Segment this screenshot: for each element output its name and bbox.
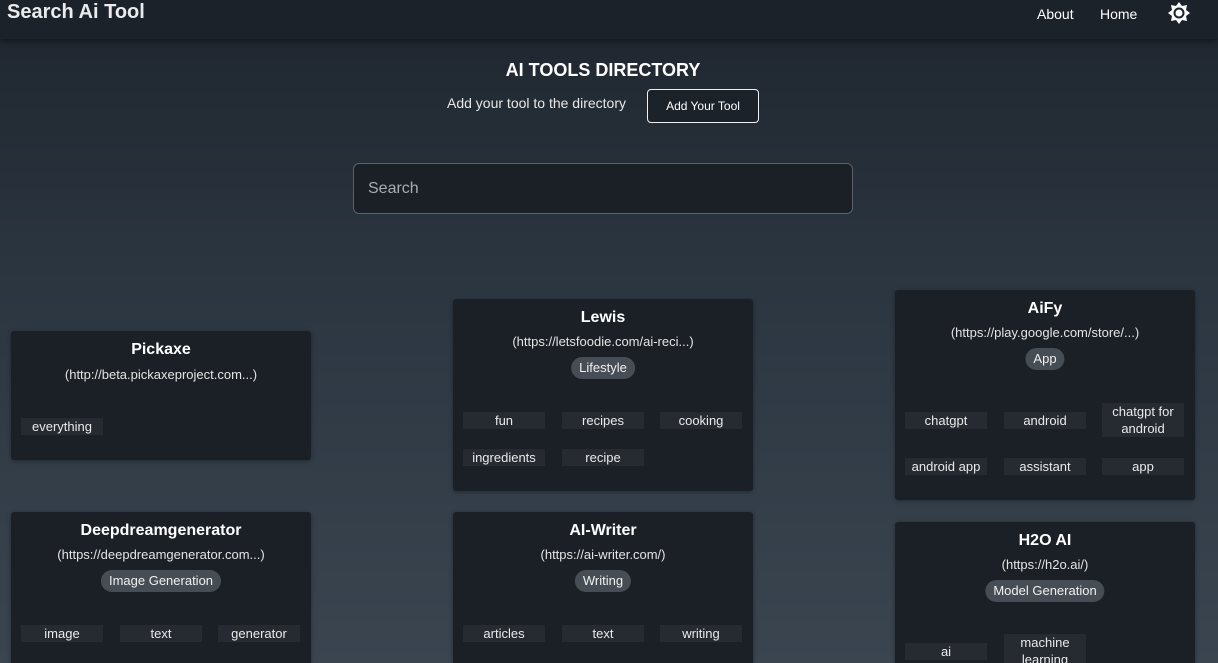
card-url[interactable]: (https://deepdreamgenerator.com...) bbox=[11, 547, 311, 562]
card-url[interactable]: (https://play.google.com/store/...) bbox=[895, 325, 1195, 340]
tag[interactable]: machine learning bbox=[1004, 634, 1086, 663]
card-title[interactable]: AiFy bbox=[895, 300, 1195, 318]
category-badge[interactable]: Lifestyle bbox=[571, 357, 635, 379]
card-url[interactable]: (https://h2o.ai/) bbox=[895, 557, 1195, 572]
sun-icon[interactable] bbox=[1167, 1, 1191, 25]
tag[interactable]: chatgpt bbox=[905, 412, 987, 429]
card-title[interactable]: AI-Writer bbox=[453, 522, 753, 540]
tool-card-lewis[interactable]: Lewis (https://letsfoodie.com/ai-reci...… bbox=[453, 299, 753, 491]
category-badge[interactable]: Image Generation bbox=[100, 570, 222, 592]
card-title[interactable]: Deepdreamgenerator bbox=[11, 522, 311, 540]
add-tool-button[interactable]: Add Your Tool bbox=[647, 89, 759, 123]
tag[interactable]: image bbox=[21, 625, 103, 642]
tag[interactable]: android bbox=[1004, 412, 1086, 429]
tag[interactable]: ingredients bbox=[463, 449, 545, 466]
category-badge[interactable]: App bbox=[1025, 348, 1065, 370]
tag[interactable]: articles bbox=[463, 625, 545, 642]
tag[interactable]: generator bbox=[218, 625, 300, 642]
card-title[interactable]: Pickaxe bbox=[11, 341, 311, 359]
card-url[interactable]: (https://ai-writer.com/) bbox=[453, 547, 753, 562]
card-title[interactable]: H2O AI bbox=[895, 532, 1195, 550]
tag[interactable]: ai bbox=[905, 643, 987, 660]
tool-card-deepdreamgenerator[interactable]: Deepdreamgenerator (https://deepdreamgen… bbox=[11, 512, 311, 663]
tag[interactable]: everything bbox=[21, 418, 103, 435]
tool-card-ai-writer[interactable]: AI-Writer (https://ai-writer.com/) Writi… bbox=[453, 512, 753, 663]
tag[interactable]: text bbox=[562, 625, 644, 642]
tag[interactable]: chatgpt for android bbox=[1102, 403, 1184, 437]
card-url[interactable]: (http://beta.pickaxeproject.com...) bbox=[11, 367, 311, 382]
hero-subtitle: Add your tool to the directory bbox=[447, 95, 626, 111]
tag[interactable]: recipes bbox=[562, 412, 644, 429]
tag[interactable]: recipe bbox=[562, 449, 644, 466]
tool-card-pickaxe[interactable]: Pickaxe (http://beta.pickaxeproject.com.… bbox=[11, 331, 311, 460]
tag[interactable]: cooking bbox=[660, 412, 742, 429]
category-badge[interactable]: Writing bbox=[574, 570, 632, 592]
tag[interactable]: writing bbox=[660, 625, 742, 642]
card-title[interactable]: Lewis bbox=[453, 309, 753, 327]
category-badge[interactable]: Model Generation bbox=[985, 580, 1105, 602]
tool-card-h2o-ai[interactable]: H2O AI (https://h2o.ai/) Model Generatio… bbox=[895, 522, 1195, 663]
top-navbar: Search Ai Tool About Home bbox=[0, 0, 1218, 39]
nav-home-link[interactable]: Home bbox=[1100, 6, 1137, 22]
tool-card-aify[interactable]: AiFy (https://play.google.com/store/...)… bbox=[895, 290, 1195, 500]
search-input[interactable] bbox=[353, 163, 853, 214]
tag[interactable]: app bbox=[1102, 458, 1184, 475]
card-url[interactable]: (https://letsfoodie.com/ai-reci...) bbox=[453, 334, 753, 349]
tag[interactable]: assistant bbox=[1004, 458, 1086, 475]
tag[interactable]: android app bbox=[905, 458, 987, 475]
tag[interactable]: fun bbox=[463, 412, 545, 429]
page-title: AI TOOLS DIRECTORY bbox=[505, 60, 701, 80]
nav-about-link[interactable]: About bbox=[1037, 6, 1074, 22]
brand-title[interactable]: Search Ai Tool bbox=[7, 1, 145, 24]
tag[interactable]: text bbox=[120, 625, 202, 642]
